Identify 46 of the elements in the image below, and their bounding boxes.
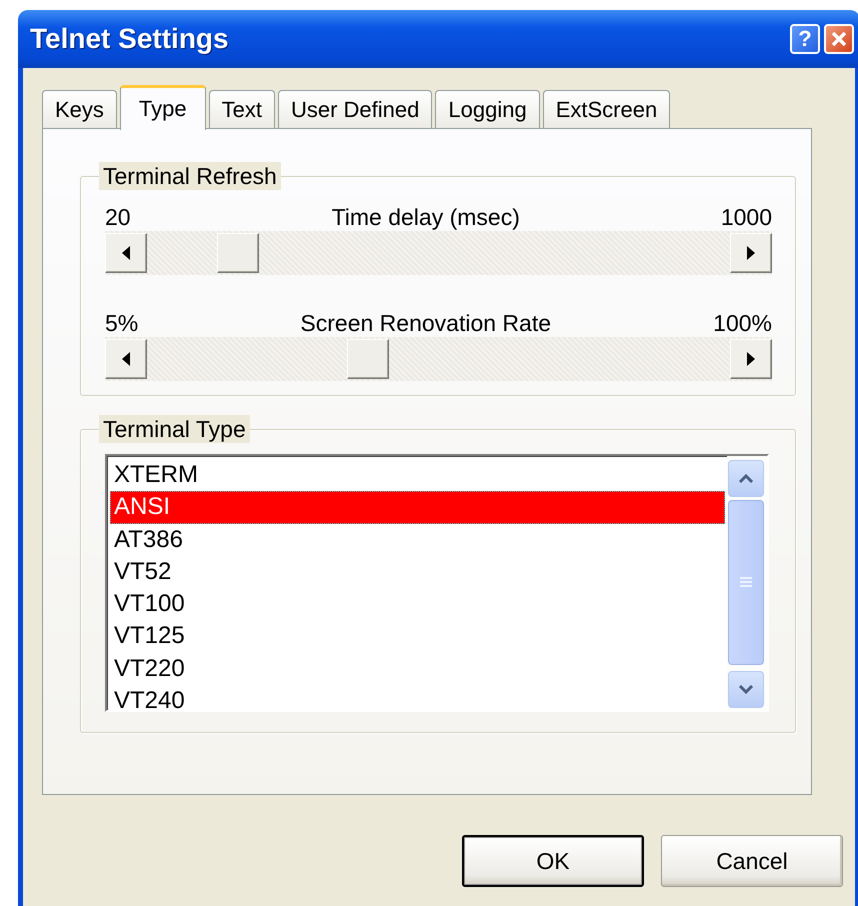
list-item[interactable]: VT125 bbox=[110, 620, 725, 653]
slider-thumb[interactable] bbox=[347, 339, 390, 379]
list-item[interactable]: VT100 bbox=[110, 588, 725, 620]
scroll-right-button[interactable] bbox=[730, 339, 772, 379]
left-arrow-icon bbox=[122, 246, 130, 260]
scroll-right-button[interactable] bbox=[730, 233, 772, 273]
scroll-left-button[interactable] bbox=[105, 339, 147, 379]
list-item[interactable]: VT240 bbox=[110, 685, 725, 710]
group-title: Terminal Type bbox=[99, 415, 250, 443]
chevron-up-icon bbox=[738, 473, 754, 484]
scroll-left-button[interactable] bbox=[105, 233, 147, 273]
close-icon bbox=[831, 31, 847, 47]
tab[interactable]: Keys bbox=[42, 90, 117, 128]
right-arrow-icon bbox=[747, 352, 755, 366]
min-label: 5% bbox=[105, 310, 138, 337]
dialog-button[interactable]: Cancel bbox=[661, 835, 843, 887]
chevron-down-icon bbox=[738, 684, 754, 695]
list-item[interactable]: VT220 bbox=[110, 652, 725, 686]
scrollbar[interactable] bbox=[727, 456, 767, 710]
slider-label: Time delay (msec) bbox=[332, 204, 520, 231]
window-title: Telnet Settings bbox=[30, 23, 230, 55]
grip-icon bbox=[739, 576, 753, 588]
tab[interactable]: Logging bbox=[435, 90, 540, 128]
list-item[interactable]: VT52 bbox=[110, 556, 725, 588]
slider-thumb[interactable] bbox=[217, 233, 260, 273]
help-button[interactable]: ? bbox=[790, 24, 820, 54]
list-item[interactable]: ANSI bbox=[110, 491, 725, 524]
tab[interactable]: Text bbox=[208, 90, 275, 128]
max-label: 100% bbox=[713, 310, 772, 337]
tab[interactable]: ExtScreen bbox=[542, 90, 670, 128]
tab[interactable]: Type bbox=[120, 85, 206, 130]
scroll-thumb[interactable] bbox=[728, 500, 764, 666]
list-item[interactable]: XTERM bbox=[110, 459, 725, 492]
min-label: 20 bbox=[105, 204, 131, 231]
slider-label: Screen Renovation Rate bbox=[300, 310, 552, 337]
group-title: Terminal Refresh bbox=[99, 162, 281, 190]
list-item[interactable]: AT386 bbox=[110, 524, 725, 556]
max-label: 1000 bbox=[720, 204, 772, 231]
list-box[interactable]: XTERM ANSI AT386 VT52 VT100 VT125 VT220 VT240 bbox=[105, 454, 769, 712]
scroll-up-button[interactable] bbox=[728, 460, 764, 497]
right-arrow-icon bbox=[747, 246, 755, 260]
dialog-button[interactable]: OK bbox=[462, 835, 644, 887]
tab[interactable]: User Defined bbox=[278, 90, 432, 128]
left-arrow-icon bbox=[122, 352, 130, 366]
scroll-down-button[interactable] bbox=[728, 671, 764, 708]
close-button[interactable] bbox=[824, 24, 854, 54]
